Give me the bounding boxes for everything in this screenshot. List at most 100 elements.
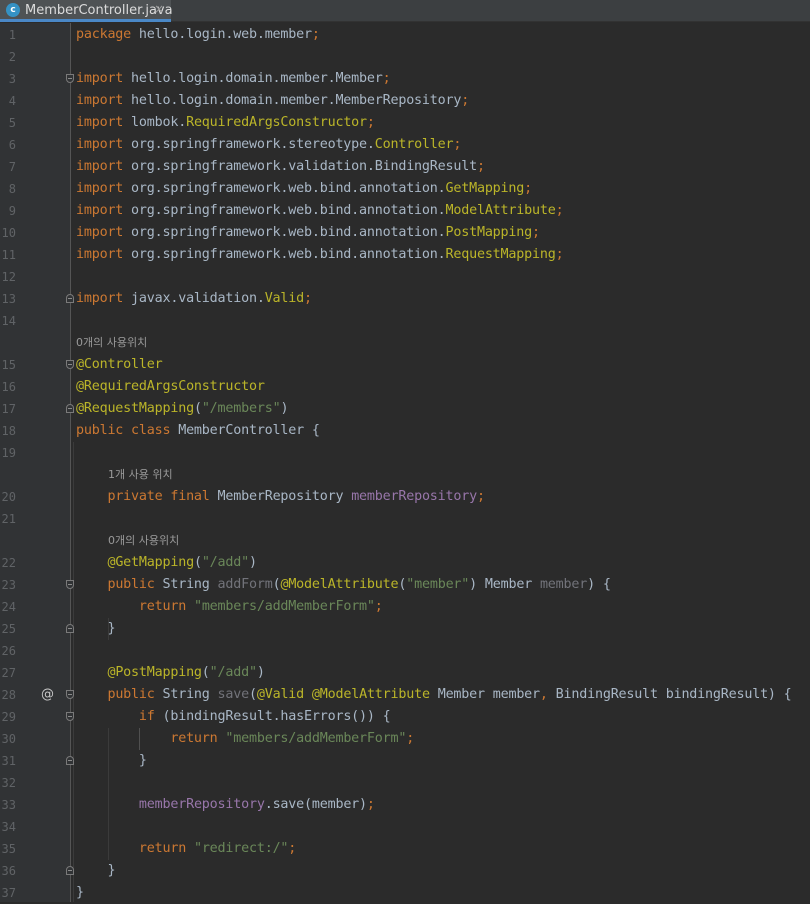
code-text[interactable]: memberRepository.save(member); xyxy=(76,794,375,816)
code-text[interactable]: public class MemberController { xyxy=(76,420,320,442)
code-token: ; xyxy=(366,797,375,812)
line-number: 25 xyxy=(1,622,16,636)
line-number: 18 xyxy=(1,424,16,438)
code-token: ( xyxy=(193,555,202,570)
line-number: 5 xyxy=(8,116,16,130)
code-line: 20 private final MemberRepository member… xyxy=(0,486,810,508)
code-token: org.springframework.web.bind.annotation. xyxy=(123,225,446,240)
fold-toggle-icon[interactable] xyxy=(66,360,74,369)
code-token: "members/addMemberForm" xyxy=(193,599,375,614)
code-text[interactable]: } xyxy=(76,750,147,772)
line-number: 34 xyxy=(1,820,16,834)
line-number: 29 xyxy=(1,710,16,724)
class-c-icon: c xyxy=(6,3,20,17)
fold-toggle-icon[interactable] xyxy=(66,866,74,875)
line-number: 15 xyxy=(1,358,16,372)
code-text[interactable]: } xyxy=(76,618,115,640)
code-text[interactable]: import org.springframework.stereotype.Co… xyxy=(76,134,461,156)
code-token: @ModelAttribute xyxy=(280,577,399,592)
annotation-gutter-icon[interactable]: @ xyxy=(41,684,54,706)
usage-hint-row: 1개 사용 위치 xyxy=(0,464,810,486)
code-text[interactable]: @RequiredArgsConstructor xyxy=(76,376,265,398)
code-line: 34 xyxy=(0,816,810,838)
code-text[interactable]: @PostMapping("/add") xyxy=(76,662,264,684)
fold-toggle-icon[interactable] xyxy=(66,74,74,83)
code-token: @GetMapping xyxy=(107,555,194,570)
fold-toggle-icon[interactable] xyxy=(66,580,74,589)
code-line: 27 @PostMapping("/add") xyxy=(0,662,810,684)
code-text[interactable]: import org.springframework.web.bind.anno… xyxy=(76,178,532,200)
code-text[interactable]: return "members/addMemberForm"; xyxy=(76,728,414,750)
code-line: 24 return "members/addMemberForm"; xyxy=(0,596,810,618)
code-token: import xyxy=(76,71,124,86)
line-number: 22 xyxy=(1,556,16,570)
line-number: 37 xyxy=(1,886,16,900)
line-number: 21 xyxy=(1,512,16,526)
code-text[interactable]: return "redirect:/"; xyxy=(76,838,296,860)
fold-toggle-icon[interactable] xyxy=(66,624,74,633)
code-token: hello.login.web.member xyxy=(131,27,312,42)
code-line: 7 import org.springframework.validation.B… xyxy=(0,156,810,178)
code-token: Controller xyxy=(374,137,454,152)
code-text[interactable]: import hello.login.domain.member.MemberR… xyxy=(76,90,469,112)
fold-toggle-icon[interactable] xyxy=(66,712,74,721)
code-line: 26 xyxy=(0,640,810,662)
line-number: 7 xyxy=(8,160,16,174)
close-icon[interactable]: × xyxy=(154,2,164,16)
code-text[interactable]: @GetMapping("/add") xyxy=(76,552,257,574)
code-line: 19 xyxy=(0,442,810,464)
code-text[interactable]: @Controller xyxy=(76,354,163,376)
code-token: member xyxy=(539,577,588,592)
code-text[interactable]: package hello.login.web.member; xyxy=(76,24,320,46)
code-token: @ModelAttribute xyxy=(311,687,430,702)
code-text[interactable]: } xyxy=(76,860,115,882)
code-token: Member member xyxy=(429,687,540,702)
code-text[interactable]: public String save(@Valid @ModelAttribut… xyxy=(76,684,791,706)
code-text[interactable]: import hello.login.domain.member.Member; xyxy=(76,68,391,90)
code-token: @Valid xyxy=(256,687,305,702)
code-token: "/add" xyxy=(209,665,257,680)
code-token: import xyxy=(76,181,124,196)
code-token: save xyxy=(217,687,250,702)
code-text[interactable]: @RequestMapping("/members") xyxy=(76,398,289,420)
code-token: GetMapping xyxy=(445,181,525,196)
fold-toggle-icon[interactable] xyxy=(66,294,74,303)
code-text[interactable]: import org.springframework.web.bind.anno… xyxy=(76,200,564,222)
usage-hint[interactable]: 1개 사용 위치 xyxy=(108,464,173,486)
usage-hint[interactable]: 0개의 사용위치 xyxy=(108,530,179,552)
code-text[interactable]: return "members/addMemberForm"; xyxy=(76,596,383,618)
line-number: 35 xyxy=(1,842,16,856)
line-number: 30 xyxy=(1,732,16,746)
code-text[interactable]: import org.springframework.web.bind.anno… xyxy=(76,244,564,266)
tab-filename: MemberController.java xyxy=(25,3,173,18)
line-number: 31 xyxy=(1,754,16,768)
code-token: public xyxy=(107,687,155,702)
usage-hint[interactable]: 0개의 사용위치 xyxy=(76,332,147,354)
fold-toggle-icon[interactable] xyxy=(66,756,74,765)
code-text[interactable]: public String addForm(@ModelAttribute("m… xyxy=(76,574,610,596)
code-text[interactable]: import org.springframework.web.bind.anno… xyxy=(76,222,540,244)
code-token: ; xyxy=(288,841,297,856)
code-token: org.springframework.stereotype. xyxy=(123,137,375,152)
line-number: 24 xyxy=(1,600,16,614)
line-number: 1 xyxy=(8,28,16,42)
line-number: 36 xyxy=(1,864,16,878)
code-line: 9 import org.springframework.web.bind.ann… xyxy=(0,200,810,222)
code-token: ; xyxy=(476,489,485,504)
code-token: public xyxy=(107,577,155,592)
code-text[interactable]: if (bindingResult.hasErrors()) { xyxy=(76,706,391,728)
code-text[interactable]: import org.springframework.validation.Bi… xyxy=(76,156,485,178)
code-text[interactable]: private final MemberRepository memberRep… xyxy=(76,486,485,508)
fold-toggle-icon[interactable] xyxy=(66,690,74,699)
code-line: 16 @RequiredArgsConstructor xyxy=(0,376,810,398)
code-text[interactable]: import javax.validation.Valid; xyxy=(76,288,312,310)
code-token: ) xyxy=(280,401,289,416)
fold-toggle-icon[interactable] xyxy=(66,404,74,413)
code-text[interactable]: } xyxy=(76,882,84,904)
code-text[interactable]: import lombok.RequiredArgsConstructor; xyxy=(76,112,375,134)
tab-member-controller[interactable]: c MemberController.java × xyxy=(0,0,173,22)
